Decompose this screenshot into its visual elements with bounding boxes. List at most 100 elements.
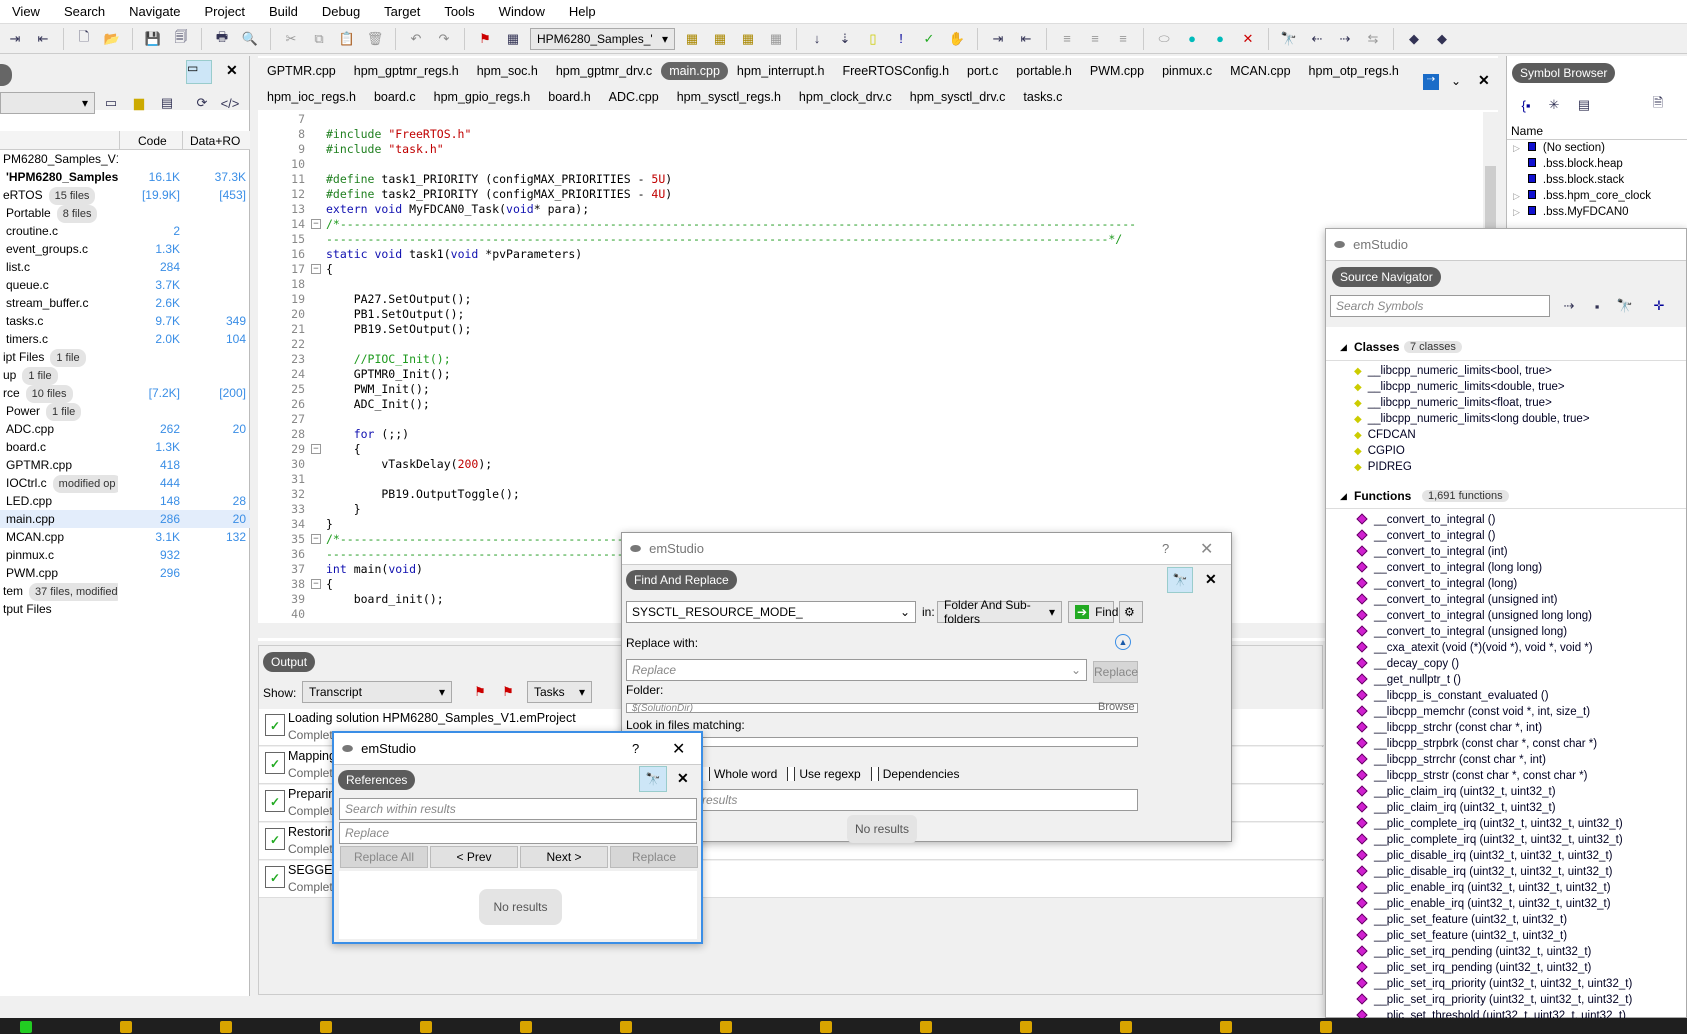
section-item[interactable]: ▷ .bss.MyFDCAN0: [1513, 206, 1629, 218]
menu-tools[interactable]: Tools: [432, 4, 486, 19]
browse-button[interactable]: Browse: [1098, 701, 1135, 713]
redo-icon[interactable]: ↷: [433, 28, 455, 50]
tab-hpm-ioc-regs-h[interactable]: hpm_ioc_regs.h: [258, 90, 365, 104]
replace-all-button[interactable]: Replace All: [340, 846, 428, 868]
function-item[interactable]: __plic_set_irq_priority (uint32_t, uint3…: [1356, 977, 1632, 994]
tree-row[interactable]: ADC.cpp 262 20: [0, 420, 250, 438]
alert-icon[interactable]: !: [890, 28, 912, 50]
data-column-header[interactable]: Data+RO: [190, 134, 240, 148]
tab-pwm-cpp[interactable]: PWM.cpp: [1081, 64, 1153, 78]
expand-icon[interactable]: ▷: [1513, 143, 1520, 153]
tree-row[interactable]: ipt Files 1 file: [0, 348, 250, 367]
next-button[interactable]: Next >: [520, 846, 608, 868]
tree-row[interactable]: timers.c 2.0K 104: [0, 330, 250, 348]
function-item[interactable]: __plic_set_irq_priority (uint32_t, uint3…: [1356, 993, 1632, 1010]
window-close-button[interactable]: ✕: [1200, 539, 1213, 559]
search-input[interactable]: SYSCTL_RESOURCE_MODE_ ⌄: [626, 601, 916, 623]
find-icon[interactable]: 🔭: [1278, 28, 1300, 50]
function-item[interactable]: __plic_disable_irq (uint32_t, uint32_t, …: [1356, 849, 1612, 866]
properties-icon[interactable]: ▤: [156, 92, 178, 114]
replace-button[interactable]: Replace: [610, 846, 698, 868]
checkbox[interactable]: [870, 767, 879, 781]
format-icon[interactable]: ≡: [1112, 28, 1134, 50]
history-dropdown-icon[interactable]: ⌄: [900, 602, 910, 622]
help-button[interactable]: ?: [1162, 541, 1169, 556]
replace-input[interactable]: Replace ⌄: [626, 659, 1087, 681]
prev-error-icon[interactable]: ⚑: [469, 681, 491, 703]
project-combo[interactable]: HPM6280_Samples_' ▾: [530, 27, 675, 50]
tab-dropdown-icon[interactable]: ⌄: [1451, 74, 1461, 88]
taskbar-app-icon[interactable]: [820, 1021, 832, 1033]
help-button[interactable]: ?: [632, 741, 639, 756]
menu-build[interactable]: Build: [257, 4, 310, 19]
tab-hpm-soc-h[interactable]: hpm_soc.h: [468, 64, 547, 78]
undo-icon[interactable]: ↶: [405, 28, 427, 50]
tab-adc-cpp[interactable]: ADC.cpp: [600, 90, 668, 104]
class-item[interactable]: ◆ __libcpp_numeric_limits<long double, tr…: [1354, 413, 1590, 429]
class-item[interactable]: ◆ PIDREG: [1354, 461, 1412, 477]
option-dependencies[interactable]: Dependencies: [870, 767, 959, 781]
section-item[interactable]: ▷.bss.block.heap: [1513, 158, 1623, 170]
indent-icon[interactable]: ⇥: [4, 28, 26, 50]
function-item[interactable]: __convert_to_integral (): [1356, 513, 1495, 530]
find-next-icon[interactable]: ⇢: [1334, 28, 1356, 50]
indent-more-icon[interactable]: ⇥: [987, 28, 1009, 50]
class-item[interactable]: ◆ __libcpp_numeric_limits<double, true>: [1354, 381, 1565, 397]
taskbar-app-icon[interactable]: [1220, 1021, 1232, 1033]
folder-input[interactable]: $(SolutionDir): [626, 703, 1138, 713]
tree-row[interactable]: pinmux.c 932: [0, 546, 250, 564]
tab-freertosconfig-h[interactable]: FreeRTOSConfig.h: [833, 64, 958, 78]
find-references-icon[interactable]: 🔭: [1614, 295, 1636, 317]
function-item[interactable]: __libcpp_strrchr (const char *, int): [1356, 753, 1546, 770]
tab-hpm-interrupt-h[interactable]: hpm_interrupt.h: [728, 64, 834, 78]
function-item[interactable]: __plic_complete_irq (uint32_t, uint32_t,…: [1356, 817, 1623, 834]
replace-input[interactable]: Replace: [339, 822, 697, 844]
window-icon[interactable]: ▭: [100, 92, 122, 114]
scope-dropdown[interactable]: Folder And Sub-folders ▾: [937, 598, 1062, 626]
function-item[interactable]: __libcpp_strpbrk (const char *, const ch…: [1356, 737, 1597, 754]
collapse-functions-icon[interactable]: ◢: [1340, 491, 1347, 502]
tab-list-icon[interactable]: ⇢: [1423, 74, 1439, 90]
menu-help[interactable]: Help: [557, 4, 608, 19]
find-button[interactable]: ➔ Find: [1068, 601, 1118, 623]
breakpoint-icon[interactable]: ⬭: [1153, 28, 1175, 50]
next-error-icon[interactable]: ⚑: [497, 681, 519, 703]
tree-row[interactable]: eRTOS 15 files [19.9K] [453]: [0, 186, 250, 205]
functions-heading[interactable]: Functions: [1354, 489, 1411, 503]
step-into-icon[interactable]: ↓: [806, 28, 828, 50]
find-in-files-icon[interactable]: 🔭: [1167, 567, 1193, 593]
option-use-regexp[interactable]: Use regexp: [787, 767, 861, 781]
function-item[interactable]: __plic_claim_irq (uint32_t, uint32_t): [1356, 785, 1556, 802]
taskbar-app-icon[interactable]: [1020, 1021, 1032, 1033]
collapse-icon[interactable]: ✛: [1648, 295, 1670, 317]
tree-row[interactable]: IOCtrl.c modified op 444: [0, 474, 250, 493]
collapse-options-icon[interactable]: ▲: [1115, 634, 1131, 650]
taskbar-app-icon[interactable]: [420, 1021, 432, 1033]
tree-row[interactable]: board.c 1.3K: [0, 438, 250, 456]
tree-row[interactable]: event_groups.c 1.3K: [0, 240, 250, 258]
tree-row[interactable]: LED.cpp 148 28: [0, 492, 250, 510]
function-item[interactable]: __plic_claim_irq (uint32_t, uint32_t): [1356, 801, 1556, 818]
close-find-icon[interactable]: ✕: [1205, 571, 1217, 588]
menu-navigate[interactable]: Navigate: [117, 4, 192, 19]
class-item[interactable]: ◆ __libcpp_numeric_limits<bool, true>: [1354, 365, 1552, 381]
tab-board-h[interactable]: board.h: [539, 90, 599, 104]
function-item[interactable]: __libcpp_is_constant_evaluated (): [1356, 689, 1549, 706]
build-icon[interactable]: ⚑: [474, 28, 496, 50]
step-over-icon[interactable]: ⇣: [834, 28, 856, 50]
tree-row[interactable]: GPTMR.cpp 418: [0, 456, 250, 474]
tab-hpm-sysctl-drv-c[interactable]: hpm_sysctl_drv.c: [901, 90, 1015, 104]
tab-hpm-clock-drv-c[interactable]: hpm_clock_drv.c: [790, 90, 901, 104]
expand-icon[interactable]: ▷: [1513, 191, 1520, 201]
bp-prev-icon[interactable]: ●: [1181, 28, 1203, 50]
expand-icon[interactable]: ▷: [1513, 207, 1520, 217]
function-item[interactable]: __convert_to_integral (unsigned long lon…: [1356, 609, 1592, 626]
code-column-header[interactable]: Code: [138, 134, 167, 148]
tree-row[interactable]: Portable 8 files: [0, 204, 250, 223]
tree-row[interactable]: tasks.c 9.7K 349: [0, 312, 250, 330]
tree-row[interactable]: croutine.c 2: [0, 222, 250, 240]
tab-main-cpp[interactable]: main.cpp: [661, 62, 728, 80]
tab-mcan-cpp[interactable]: MCAN.cpp: [1221, 64, 1299, 78]
taskbar-app-icon[interactable]: [1120, 1021, 1132, 1033]
folder-icon[interactable]: ▆: [128, 92, 150, 114]
